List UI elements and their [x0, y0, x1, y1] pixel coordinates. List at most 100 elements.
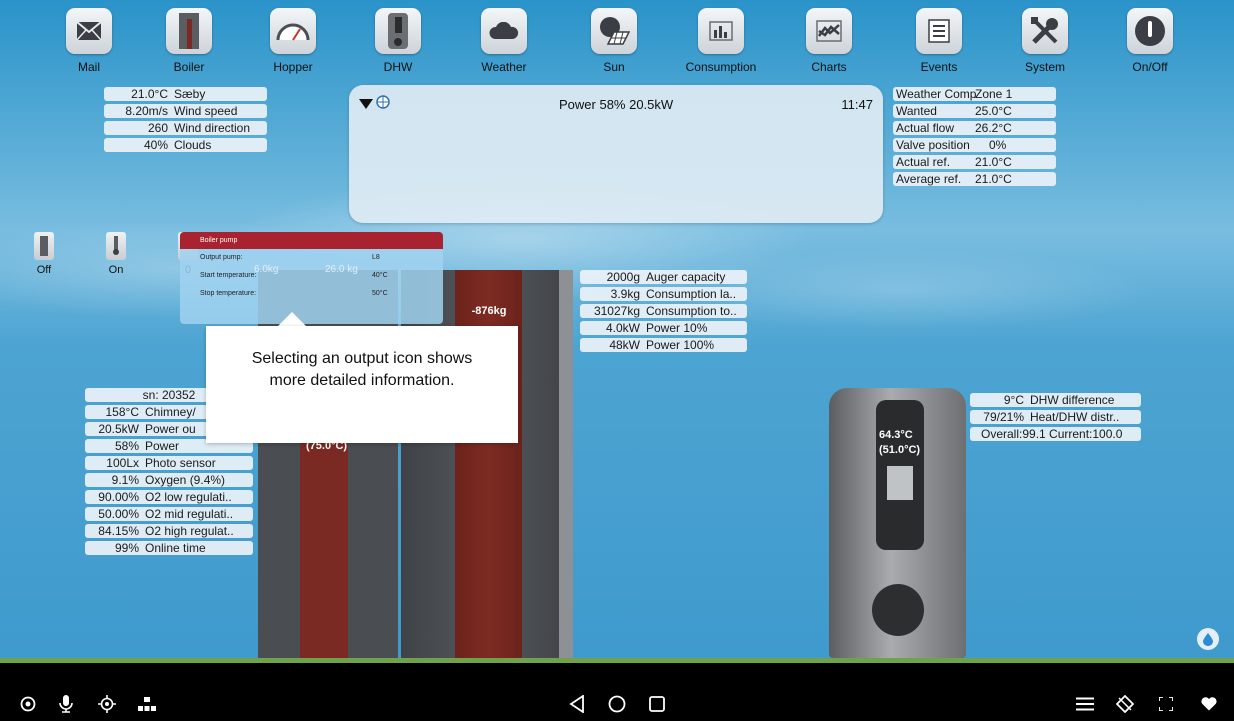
tile-system[interactable]: System — [1000, 8, 1090, 74]
tile-consumption[interactable]: Consumption — [676, 8, 766, 74]
mic-icon[interactable] — [55, 693, 77, 715]
globe-icon — [376, 95, 390, 114]
hopper-gauge-icon — [270, 8, 316, 54]
system-nav-bar — [0, 663, 1234, 721]
boiler-flame-panel — [300, 420, 348, 658]
back-icon[interactable] — [566, 693, 588, 715]
comp-row: Weather CompZone 1 — [893, 87, 1056, 101]
dhw-tank-graphic[interactable]: 64.3°C (51.0°C) — [829, 388, 966, 658]
tile-on-off[interactable]: On/Off — [1105, 8, 1195, 74]
tile-weather[interactable]: Weather — [459, 8, 549, 74]
comp-row: Actual flow 26.2°C — [893, 121, 1056, 135]
drop-icon — [1203, 632, 1213, 646]
tile-label: Events — [920, 60, 958, 74]
tile-label: Mail — [77, 60, 100, 74]
tile-label: Consumption — [685, 60, 757, 74]
stat-row: 9.1% Oxygen (9.4%) — [85, 473, 253, 487]
wifi-icon — [359, 97, 373, 115]
clock: 11:47 — [841, 97, 873, 112]
comp-row: Actual ref. 21.0°C — [893, 155, 1056, 169]
gps-icon[interactable] — [96, 693, 118, 715]
tile-label: System — [1024, 60, 1065, 74]
power-panel[interactable]: Power 58% 20.5kW 11:47 — [349, 85, 883, 223]
popup-row: Start temperature: 40°C 6.0kg 26.0 kg — [180, 264, 443, 285]
callout-line: more detailed information. — [269, 372, 455, 389]
faded-value: 26.0 kg — [325, 264, 358, 275]
list-icon — [916, 8, 962, 54]
hopper-row: 3.9kg Consumption la.. — [580, 287, 747, 301]
boiler-pump-popup[interactable]: Boiler pump Output pump: L8 Start tempera… — [180, 232, 443, 324]
boiler-icon — [166, 8, 212, 54]
output-state: On — [108, 264, 124, 276]
popup-title: Boiler pump — [180, 232, 443, 249]
hopper-row: 4.0kW Power 10% — [580, 321, 747, 335]
rotate-icon[interactable] — [1114, 693, 1136, 715]
weather-row: 40% Clouds — [104, 138, 267, 152]
output-icon — [106, 232, 126, 260]
output-2[interactable]: On — [96, 232, 136, 276]
popup-row: Output pump: L8 — [200, 254, 380, 261]
cloud-icon — [481, 8, 527, 54]
hopper-row: 48kW Power 100% — [580, 338, 747, 352]
tools-icon — [1022, 8, 1068, 54]
hopper-row: 31027kg Consumption to.. — [580, 304, 747, 318]
sun-icon — [591, 8, 637, 54]
faded-value: 6.0kg — [254, 264, 279, 275]
tile-hopper[interactable]: Hopper — [248, 8, 338, 74]
bar-chart-icon — [698, 8, 744, 54]
tile-label: Charts — [811, 60, 847, 74]
tile-label: Weather — [481, 60, 527, 74]
output-icon — [34, 232, 54, 260]
power-icon — [1127, 8, 1173, 54]
comp-row: Wanted 25.0°C — [893, 104, 1056, 118]
floating-drop-button[interactable] — [1197, 628, 1219, 650]
weather-row: 8.20m/s Wind speed — [104, 104, 267, 118]
stat-row: 50.00% O2 mid regulati.. — [85, 507, 253, 521]
stat-row: 100Lx Photo sensor — [85, 456, 253, 470]
dhw-tank-icon — [375, 8, 421, 54]
tile-sun[interactable]: Sun — [569, 8, 659, 74]
line-chart-icon — [806, 8, 852, 54]
mail-icon — [66, 8, 112, 54]
dhw-row: 79/21% Heat/DHW distr.. — [970, 410, 1141, 424]
recents-icon[interactable] — [646, 693, 668, 715]
power-readout: Power 58% 20.5kW — [559, 97, 674, 112]
help-callout: Selecting an output icon shows more deta… — [206, 326, 518, 443]
tile-label: On/Off — [1132, 60, 1168, 74]
tile-boiler[interactable]: Boiler — [144, 8, 234, 74]
tile-events[interactable]: Events — [894, 8, 984, 74]
tile-charts[interactable]: Charts — [784, 8, 874, 74]
weather-row: 260 Wind direction — [104, 121, 267, 135]
stat-row: 99% Online time — [85, 541, 253, 555]
tile-label: Sun — [603, 60, 625, 74]
hopper-row: 2000g Auger capacity — [580, 270, 747, 284]
output-1[interactable]: Off — [24, 232, 64, 276]
network-icon[interactable] — [136, 693, 158, 715]
home-icon[interactable] — [606, 693, 628, 715]
comp-row: Valve position 0% — [893, 138, 1056, 152]
tile-label: Hopper — [273, 60, 313, 74]
tank-port — [872, 584, 924, 636]
comp-row: Average ref. 21.0°C — [893, 172, 1056, 186]
stat-row: 84.15% O2 high regulat.. — [85, 524, 253, 538]
tile-label: Boiler — [173, 60, 205, 74]
menu-icon[interactable] — [1074, 693, 1096, 715]
target-icon[interactable] — [17, 693, 39, 715]
weather-row: 21.0°C Sæby — [104, 87, 267, 101]
fullscreen-icon[interactable] — [1155, 693, 1177, 715]
tank-temps: 64.3°C (51.0°C) — [879, 428, 920, 458]
output-state: Off — [36, 264, 52, 276]
heart-icon[interactable] — [1198, 693, 1220, 715]
tile-mail[interactable]: Mail — [44, 8, 134, 74]
stat-row: 90.00% O2 low regulati.. — [85, 490, 253, 504]
dhw-row: Overall:99.1 Current:100.0 — [970, 427, 1141, 441]
dhw-temp: 64.3°C — [879, 429, 913, 441]
hopper-weight: -876kg — [471, 305, 507, 317]
popup-row: Stop temperature: 50°C — [200, 290, 388, 297]
top-icon-bar: Mail Boiler Hopper DHW Weather Sun Consu… — [0, 8, 1234, 83]
tile-dhw[interactable]: DHW — [353, 8, 443, 74]
tile-label: DHW — [383, 60, 413, 74]
hopper-side — [559, 270, 573, 658]
dhw-row: 9°C DHW difference — [970, 393, 1141, 407]
dhw-wanted: (51.0°C) — [879, 444, 921, 456]
